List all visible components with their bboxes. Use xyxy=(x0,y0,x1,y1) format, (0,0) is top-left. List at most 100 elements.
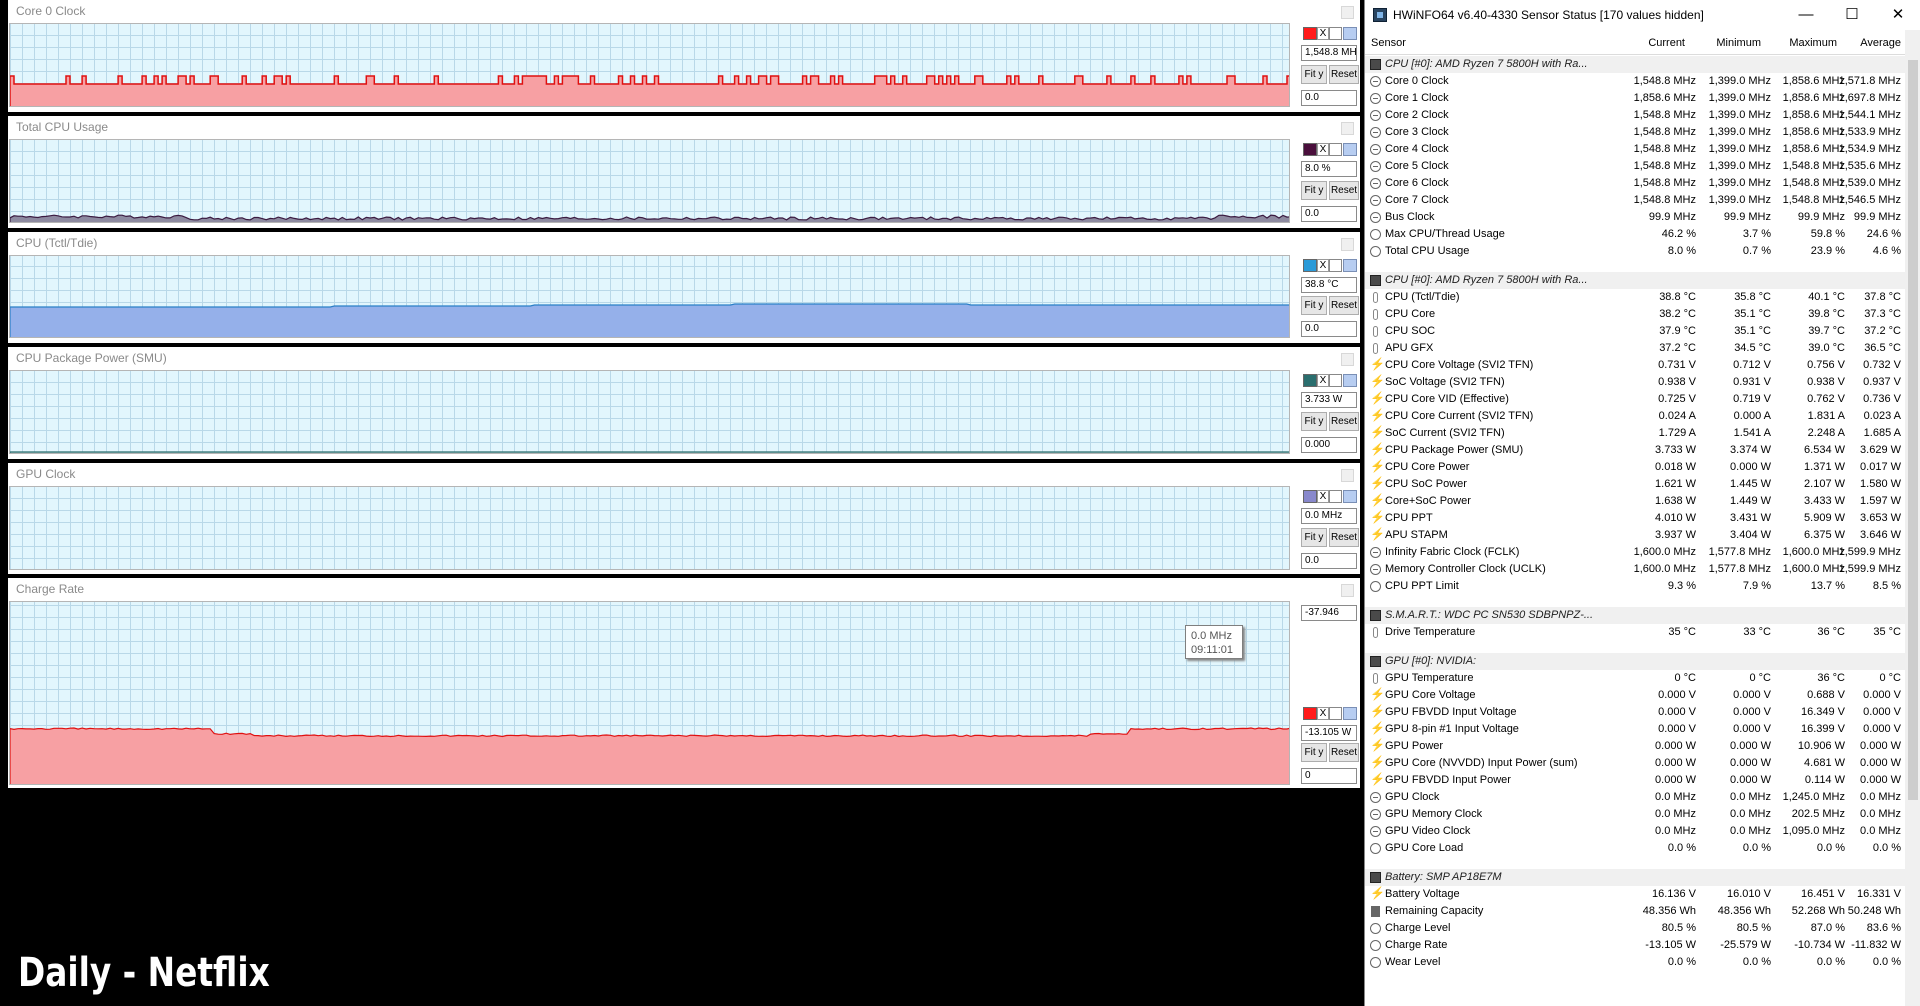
graph-option-box-blue[interactable] xyxy=(1343,143,1357,156)
sensor-row[interactable]: GPU FBVDD Input Voltage 0.000 V 0.000 V … xyxy=(1365,704,1905,721)
graph-option-box-blue[interactable] xyxy=(1343,259,1357,272)
sensor-row[interactable]: CPU SoC Power 1.621 W 1.445 W 2.107 W 1.… xyxy=(1365,476,1905,493)
reset-button[interactable]: Reset xyxy=(1329,65,1359,84)
sensor-row[interactable]: GPU Core Voltage 0.000 V 0.000 V 0.688 V… xyxy=(1365,687,1905,704)
sensor-row[interactable]: GPU Core (NVVDD) Input Power (sum) 0.000… xyxy=(1365,755,1905,772)
sensor-row[interactable]: Core 0 Clock 1,548.8 MHz 1,399.0 MHz 1,8… xyxy=(1365,73,1905,90)
sensor-row[interactable]: CPU Core Voltage (SVI2 TFN) 0.731 V 0.71… xyxy=(1365,357,1905,374)
sensor-row[interactable]: CPU SOC 37.9 °C 35.1 °C 39.7 °C 37.2 °C xyxy=(1365,323,1905,340)
sensor-row[interactable]: GPU Video Clock 0.0 MHz 0.0 MHz 1,095.0 … xyxy=(1365,823,1905,840)
sensor-row[interactable]: Charge Level 80.5 % 80.5 % 87.0 % 83.6 % xyxy=(1365,920,1905,937)
column-header-minimum[interactable]: Minimum xyxy=(1695,37,1761,49)
sensor-row[interactable]: Core 3 Clock 1,548.8 MHz 1,399.0 MHz 1,8… xyxy=(1365,124,1905,141)
sensor-row[interactable]: CPU Core Current (SVI2 TFN) 0.024 A 0.00… xyxy=(1365,408,1905,425)
sensor-row[interactable]: Max CPU/Thread Usage 46.2 % 3.7 % 59.8 %… xyxy=(1365,226,1905,243)
maximize-button[interactable]: ☐ xyxy=(1829,0,1875,30)
sensor-row[interactable]: CPU (Tctl/Tdie) 38.8 °C 35.8 °C 40.1 °C … xyxy=(1365,289,1905,306)
fit-y-button[interactable]: Fit y xyxy=(1301,743,1327,762)
sensor-row[interactable]: SoC Current (SVI2 TFN) 1.729 A 1.541 A 2… xyxy=(1365,425,1905,442)
sensor-row[interactable]: Battery Voltage 16.136 V 16.010 V 16.451… xyxy=(1365,886,1905,903)
fit-y-button[interactable]: Fit y xyxy=(1301,65,1327,84)
sensor-row[interactable]: APU GFX 37.2 °C 34.5 °C 39.0 °C 36.5 °C xyxy=(1365,340,1905,357)
minimize-button[interactable]: — xyxy=(1783,0,1829,30)
graph-option-box-blue[interactable] xyxy=(1343,374,1357,387)
graph-close-button[interactable] xyxy=(1341,584,1354,597)
sensor-row[interactable]: Bus Clock 99.9 MHz 99.9 MHz 99.9 MHz 99.… xyxy=(1365,209,1905,226)
graph-option-box-blue[interactable] xyxy=(1343,490,1357,503)
graph-option-box[interactable] xyxy=(1329,27,1342,40)
column-header-sensor[interactable]: Sensor xyxy=(1371,37,1406,49)
sensor-row[interactable]: Charge Rate -13.105 W -25.579 W -10.734 … xyxy=(1365,937,1905,954)
graph-option-box[interactable] xyxy=(1329,707,1342,720)
graph-color-swatch[interactable] xyxy=(1303,27,1317,40)
sensor-row[interactable]: Core 5 Clock 1,548.8 MHz 1,399.0 MHz 1,5… xyxy=(1365,158,1905,175)
graph-close-button[interactable] xyxy=(1341,353,1354,366)
fit-y-button[interactable]: Fit y xyxy=(1301,412,1327,431)
sensor-row[interactable]: CPU Core Power 0.018 W 0.000 W 1.371 W 0… xyxy=(1365,459,1905,476)
graph-option-box-blue[interactable] xyxy=(1343,707,1357,720)
sensor-group-header[interactable]: GPU [#0]: NVIDIA: xyxy=(1365,653,1905,670)
graph-hide-toggle[interactable]: X xyxy=(1317,374,1329,387)
graph-option-box-blue[interactable] xyxy=(1343,27,1357,40)
fit-y-button[interactable]: Fit y xyxy=(1301,181,1327,200)
sensor-row[interactable]: CPU PPT Limit 9.3 % 7.9 % 13.7 % 8.5 % xyxy=(1365,578,1905,595)
graph-hide-toggle[interactable]: X xyxy=(1317,707,1329,720)
sensor-row[interactable]: Total CPU Usage 8.0 % 0.7 % 23.9 % 4.6 % xyxy=(1365,243,1905,260)
sensor-row[interactable]: GPU 8-pin #1 Input Voltage 0.000 V 0.000… xyxy=(1365,721,1905,738)
reset-button[interactable]: Reset xyxy=(1329,412,1359,431)
graph-color-swatch[interactable] xyxy=(1303,490,1317,503)
graph-color-swatch[interactable] xyxy=(1303,707,1317,720)
sensor-row[interactable]: Core 2 Clock 1,548.8 MHz 1,399.0 MHz 1,8… xyxy=(1365,107,1905,124)
graph-option-box[interactable] xyxy=(1329,374,1342,387)
sensor-row[interactable]: GPU Memory Clock 0.0 MHz 0.0 MHz 202.5 M… xyxy=(1365,806,1905,823)
reset-button[interactable]: Reset xyxy=(1329,743,1359,762)
graph-color-swatch[interactable] xyxy=(1303,259,1317,272)
sensor-group-header[interactable]: Battery: SMP AP18E7M xyxy=(1365,869,1905,886)
column-header-maximum[interactable]: Maximum xyxy=(1769,37,1837,49)
vertical-scrollbar[interactable] xyxy=(1905,30,1920,1006)
sensor-row[interactable]: CPU Package Power (SMU) 3.733 W 3.374 W … xyxy=(1365,442,1905,459)
column-header-average[interactable]: Average xyxy=(1841,37,1901,49)
column-header-current[interactable]: Current xyxy=(1621,37,1685,49)
sensor-row[interactable]: APU STAPM 3.937 W 3.404 W 6.375 W 3.646 … xyxy=(1365,527,1905,544)
graph-hide-toggle[interactable]: X xyxy=(1317,490,1329,503)
graph-close-button[interactable] xyxy=(1341,6,1354,19)
scrollbar-thumb[interactable] xyxy=(1908,60,1918,800)
sensor-row[interactable]: Core 4 Clock 1,548.8 MHz 1,399.0 MHz 1,8… xyxy=(1365,141,1905,158)
fit-y-button[interactable]: Fit y xyxy=(1301,528,1327,547)
reset-button[interactable]: Reset xyxy=(1329,296,1359,315)
sensor-row[interactable]: CPU Core VID (Effective) 0.725 V 0.719 V… xyxy=(1365,391,1905,408)
sensor-row[interactable]: CPU Core 38.2 °C 35.1 °C 39.8 °C 37.3 °C xyxy=(1365,306,1905,323)
sensor-row[interactable]: GPU Clock 0.0 MHz 0.0 MHz 1,245.0 MHz 0.… xyxy=(1365,789,1905,806)
graph-hide-toggle[interactable]: X xyxy=(1317,259,1329,272)
graph-color-swatch[interactable] xyxy=(1303,143,1317,156)
sensor-group-header[interactable]: CPU [#0]: AMD Ryzen 7 5800H with Ra... xyxy=(1365,56,1905,73)
graph-option-box[interactable] xyxy=(1329,259,1342,272)
sensor-row[interactable]: GPU Power 0.000 W 0.000 W 10.906 W 0.000… xyxy=(1365,738,1905,755)
graph-hide-toggle[interactable]: X xyxy=(1317,143,1329,156)
graph-option-box[interactable] xyxy=(1329,143,1342,156)
sensor-row[interactable]: GPU FBVDD Input Power 0.000 W 0.000 W 0.… xyxy=(1365,772,1905,789)
graph-option-box[interactable] xyxy=(1329,490,1342,503)
sensor-row[interactable]: Core 6 Clock 1,548.8 MHz 1,399.0 MHz 1,5… xyxy=(1365,175,1905,192)
sensor-group-header[interactable]: CPU [#0]: AMD Ryzen 7 5800H with Ra... xyxy=(1365,272,1905,289)
sensor-row[interactable]: Remaining Capacity 48.356 Wh 48.356 Wh 5… xyxy=(1365,903,1905,920)
sensor-row[interactable]: GPU Core Load 0.0 % 0.0 % 0.0 % 0.0 % xyxy=(1365,840,1905,857)
sensor-row[interactable]: Drive Temperature 35 °C 33 °C 36 °C 35 °… xyxy=(1365,624,1905,641)
graph-close-button[interactable] xyxy=(1341,238,1354,251)
sensor-row[interactable]: Core 1 Clock 1,858.6 MHz 1,399.0 MHz 1,8… xyxy=(1365,90,1905,107)
sensor-group-header[interactable]: S.M.A.R.T.: WDC PC SN530 SDBPNPZ-... xyxy=(1365,607,1905,624)
sensor-list[interactable]: CPU [#0]: AMD Ryzen 7 5800H with Ra... C… xyxy=(1365,56,1905,996)
sensor-row[interactable]: SoC Voltage (SVI2 TFN) 0.938 V 0.931 V 0… xyxy=(1365,374,1905,391)
sensor-row[interactable]: GPU Temperature 0 °C 0 °C 36 °C 0 °C xyxy=(1365,670,1905,687)
window-titlebar[interactable]: HWiNFO64 v6.40-4330 Sensor Status [170 v… xyxy=(1365,0,1920,30)
graph-hide-toggle[interactable]: X xyxy=(1317,27,1329,40)
sensor-row[interactable]: Infinity Fabric Clock (FCLK) 1,600.0 MHz… xyxy=(1365,544,1905,561)
sensor-row[interactable]: Core+SoC Power 1.638 W 1.449 W 3.433 W 1… xyxy=(1365,493,1905,510)
fit-y-button[interactable]: Fit y xyxy=(1301,296,1327,315)
graph-close-button[interactable] xyxy=(1341,469,1354,482)
reset-button[interactable]: Reset xyxy=(1329,528,1359,547)
reset-button[interactable]: Reset xyxy=(1329,181,1359,200)
sensor-row[interactable]: CPU PPT 4.010 W 3.431 W 5.909 W 3.653 W xyxy=(1365,510,1905,527)
sensor-row[interactable]: Core 7 Clock 1,548.8 MHz 1,399.0 MHz 1,5… xyxy=(1365,192,1905,209)
